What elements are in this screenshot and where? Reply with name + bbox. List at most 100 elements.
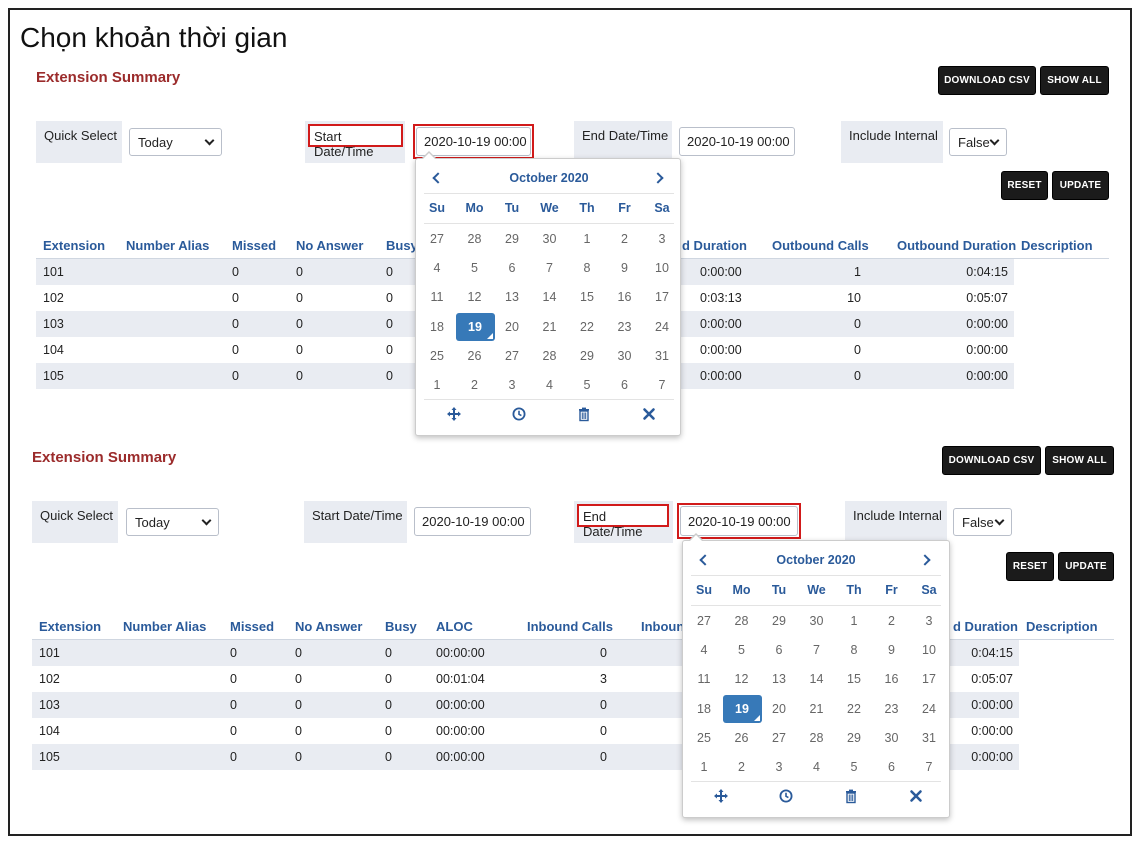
calendar-day[interactable]: 17 xyxy=(644,288,680,306)
col-number-alias[interactable]: Number Alias xyxy=(123,619,206,634)
calendar-day[interactable]: 27 xyxy=(494,347,530,365)
calendar-day[interactable]: 29 xyxy=(569,347,605,365)
calendar-day[interactable]: 4 xyxy=(419,259,455,277)
end-date-input[interactable]: 2020-10-19 00:00 xyxy=(679,127,795,156)
calendar-day[interactable]: 5 xyxy=(457,259,493,277)
chevron-left-icon[interactable] xyxy=(699,554,711,566)
calendar-day[interactable]: 12 xyxy=(457,288,493,306)
calendar-day[interactable]: 2 xyxy=(607,230,643,248)
calendar-day[interactable]: 17 xyxy=(911,670,947,688)
calendar-day[interactable]: 18 xyxy=(686,700,722,718)
col-extension[interactable]: Extension xyxy=(39,619,101,634)
calendar-day[interactable]: 28 xyxy=(532,347,568,365)
calendar-day[interactable]: 4 xyxy=(686,641,722,659)
calendar-day[interactable]: 15 xyxy=(836,670,872,688)
calendar-day[interactable]: 10 xyxy=(911,641,947,659)
calendar-day[interactable]: 15 xyxy=(569,288,605,306)
col-no-answer[interactable]: No Answer xyxy=(296,238,363,253)
col-aloc[interactable]: ALOC xyxy=(436,619,473,634)
col-inbound-duration[interactable]: d Duration xyxy=(682,238,747,253)
calendar-day[interactable]: 1 xyxy=(419,376,455,394)
quick-select-dropdown[interactable]: Today xyxy=(126,508,219,536)
calendar-day[interactable]: 9 xyxy=(874,641,910,659)
calendar-day[interactable]: 11 xyxy=(686,670,722,688)
calendar-day[interactable]: 3 xyxy=(494,376,530,394)
calendar-day[interactable]: 14 xyxy=(799,670,835,688)
calendar-day[interactable]: 21 xyxy=(799,700,835,718)
end-date-input[interactable]: 2020-10-19 00:00 xyxy=(680,506,798,536)
calendar-day[interactable]: 12 xyxy=(724,670,760,688)
calendar-day[interactable]: 20 xyxy=(494,318,530,336)
col-inbound-duration-partial[interactable]: Inboun xyxy=(641,619,684,634)
calendar-day[interactable]: 5 xyxy=(569,376,605,394)
calendar-month-title[interactable]: October 2020 xyxy=(476,171,622,185)
calendar-day[interactable]: 11 xyxy=(419,288,455,306)
calendar-day[interactable]: 3 xyxy=(761,758,797,776)
col-missed[interactable]: Missed xyxy=(230,619,274,634)
calendar-day[interactable]: 2 xyxy=(457,376,493,394)
calendar-day[interactable]: 23 xyxy=(607,318,643,336)
col-outbound-calls[interactable]: Outbound Calls xyxy=(772,238,869,253)
calendar-day-selected[interactable]: 19 xyxy=(455,312,495,341)
calendar-day[interactable]: 25 xyxy=(419,347,455,365)
chevron-right-icon[interactable] xyxy=(652,172,664,184)
chevron-right-icon[interactable] xyxy=(919,554,931,566)
calendar-day[interactable]: 20 xyxy=(761,700,797,718)
calendar-day[interactable]: 31 xyxy=(644,347,680,365)
download-csv-button[interactable]: DOWNLOAD CSV xyxy=(942,446,1041,475)
calendar-day[interactable]: 2 xyxy=(724,758,760,776)
calendar-day[interactable]: 10 xyxy=(644,259,680,277)
calendar-day[interactable]: 23 xyxy=(874,700,910,718)
show-all-button[interactable]: SHOW ALL xyxy=(1045,446,1114,475)
calendar-day[interactable]: 21 xyxy=(532,318,568,336)
close-icon[interactable] xyxy=(908,788,924,804)
col-inbound-calls[interactable]: Inbound Calls xyxy=(527,619,613,634)
calendar-day[interactable]: 28 xyxy=(799,729,835,747)
col-number-alias[interactable]: Number Alias xyxy=(126,238,209,253)
calendar-day[interactable]: 25 xyxy=(686,729,722,747)
calendar-day[interactable]: 7 xyxy=(532,259,568,277)
calendar-day[interactable]: 1 xyxy=(836,612,872,630)
col-description[interactable]: Description xyxy=(1026,619,1098,634)
col-outbound-duration[interactable]: Outbound Duration xyxy=(897,238,1016,253)
calendar-day[interactable]: 6 xyxy=(607,376,643,394)
calendar-day-selected[interactable]: 19 xyxy=(722,694,762,723)
col-outbound-duration-partial[interactable]: d Duration xyxy=(953,619,1018,634)
calendar-day[interactable]: 9 xyxy=(607,259,643,277)
calendar-day[interactable]: 31 xyxy=(911,729,947,747)
include-internal-dropdown[interactable]: False xyxy=(949,128,1007,156)
col-extension[interactable]: Extension xyxy=(43,238,105,253)
calendar-day[interactable]: 22 xyxy=(569,318,605,336)
calendar-day[interactable]: 6 xyxy=(494,259,530,277)
calendar-day[interactable]: 30 xyxy=(799,612,835,630)
calendar-day[interactable]: 30 xyxy=(874,729,910,747)
calendar-day[interactable]: 14 xyxy=(532,288,568,306)
calendar-day[interactable]: 28 xyxy=(724,612,760,630)
calendar-day[interactable]: 30 xyxy=(607,347,643,365)
calendar-day[interactable]: 7 xyxy=(911,758,947,776)
calendar-day[interactable]: 29 xyxy=(761,612,797,630)
calendar-day[interactable]: 5 xyxy=(836,758,872,776)
reset-button[interactable]: RESET xyxy=(1006,552,1054,581)
quick-select-dropdown[interactable]: Today xyxy=(129,128,222,156)
col-busy[interactable]: Busy xyxy=(386,238,418,253)
calendar-day[interactable]: 5 xyxy=(724,641,760,659)
calendar-day[interactable]: 3 xyxy=(644,230,680,248)
calendar-month-title[interactable]: October 2020 xyxy=(743,553,889,567)
calendar-day[interactable]: 3 xyxy=(911,612,947,630)
col-missed[interactable]: Missed xyxy=(232,238,276,253)
calendar-day[interactable]: 27 xyxy=(686,612,722,630)
calendar-day[interactable]: 29 xyxy=(494,230,530,248)
calendar-day[interactable]: 29 xyxy=(836,729,872,747)
close-icon[interactable] xyxy=(641,406,657,422)
calendar-day[interactable]: 27 xyxy=(761,729,797,747)
reset-button[interactable]: RESET xyxy=(1001,171,1048,200)
calendar-day[interactable]: 28 xyxy=(457,230,493,248)
calendar-day[interactable]: 13 xyxy=(761,670,797,688)
update-button[interactable]: UPDATE xyxy=(1052,171,1109,200)
calendar-day[interactable]: 26 xyxy=(724,729,760,747)
col-no-answer[interactable]: No Answer xyxy=(295,619,362,634)
trash-icon[interactable] xyxy=(576,406,592,422)
chevron-left-icon[interactable] xyxy=(432,172,444,184)
calendar-day[interactable]: 2 xyxy=(874,612,910,630)
